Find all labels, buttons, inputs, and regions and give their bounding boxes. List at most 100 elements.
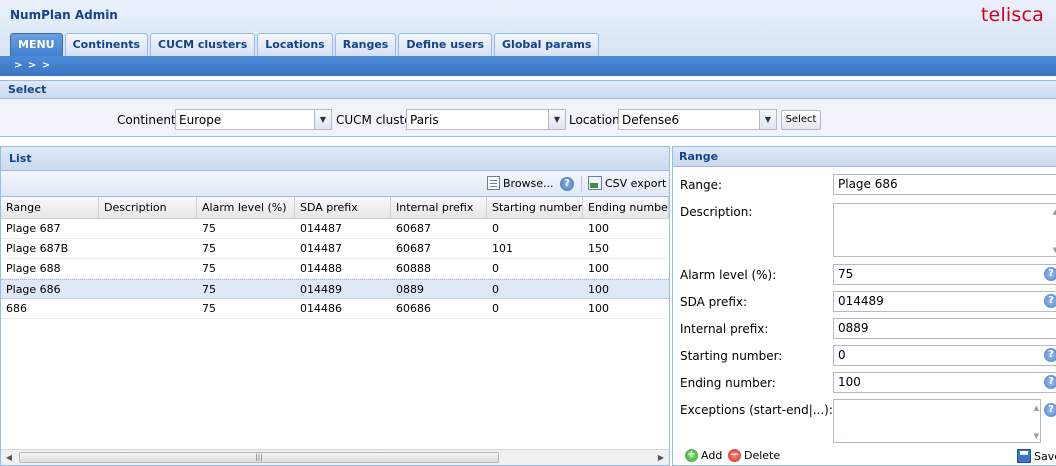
column-header[interactable]: Internal prefix [391, 197, 487, 219]
table-cell: 014488 [300, 262, 342, 275]
table-cell: 014486 [300, 302, 342, 315]
tab-menu[interactable]: MENU [10, 33, 63, 56]
delete-label: Delete [744, 449, 781, 462]
continent-combo[interactable]: Europe ▼ [175, 109, 332, 130]
help-icon[interactable]: ? [1044, 294, 1056, 308]
scroll-thumb[interactable]: ||| [19, 452, 499, 463]
table-cell: Plage 687 [6, 222, 61, 235]
toolbar-separator [581, 176, 582, 192]
starting-number-field[interactable]: 0 [833, 345, 1056, 366]
starting-number-label: Starting number: [680, 349, 783, 363]
scroll-down-icon[interactable]: ▼ [1034, 432, 1039, 440]
exceptions-field[interactable]: ▲ ▼ [833, 399, 1041, 443]
add-label: Add [701, 449, 723, 462]
description-field[interactable]: ▲ ▼ [833, 203, 1056, 257]
table-cell: 0 [492, 222, 499, 235]
table-cell [99, 259, 197, 278]
horizontal-scrollbar[interactable]: ◀ ||| ▶ [1, 449, 669, 465]
document-icon [487, 176, 500, 190]
exceptions-label: Exceptions (start-end|...): [680, 403, 833, 417]
range-form-footer: + Add − Delete Save [673, 447, 1056, 466]
brand-logo: telisca [980, 4, 1044, 26]
csv-export-button[interactable]: CSV export [588, 176, 666, 190]
column-header[interactable]: SDA prefix [295, 197, 391, 219]
table-cell: 0 [492, 262, 499, 275]
scroll-left-icon[interactable]: ◀ [1, 450, 17, 466]
table-cell: 100 [588, 222, 609, 235]
tab-locations[interactable]: Locations [257, 33, 333, 56]
table-cell: 014489 [300, 283, 342, 296]
delete-button[interactable]: − Delete [728, 447, 781, 462]
chevron-down-icon[interactable]: ▼ [548, 110, 565, 129]
range-label: Range: [680, 178, 723, 192]
table-cell: 75 [202, 262, 216, 275]
scroll-right-icon[interactable]: ▶ [653, 450, 669, 466]
add-button[interactable]: + Add [685, 449, 722, 462]
table-row[interactable]: Plage 688 75 014488 60888 0 100 [1, 259, 669, 279]
browse-button[interactable]: Browse... [487, 176, 554, 190]
table-cell: 0 [492, 283, 499, 296]
table-row[interactable]: 686 75 014486 60686 0 100 [1, 299, 669, 319]
table-cell: 686 [6, 302, 27, 315]
select-panel: Continent Europe ▼ CUCM cluster Paris ▼ … [0, 99, 1056, 137]
csv-export-icon [588, 176, 602, 190]
main-tabs: MENU Continents CUCM clusters Locations … [10, 33, 600, 56]
sda-prefix-field[interactable]: 014489 [833, 291, 1056, 312]
tab-ranges[interactable]: Ranges [334, 33, 397, 56]
help-icon[interactable]: ? [1044, 348, 1056, 362]
help-icon[interactable]: ? [1044, 403, 1056, 417]
table-cell: 60888 [396, 262, 431, 275]
alarm-level-label: Alarm level (%): [680, 268, 777, 282]
sda-prefix-label: SDA prefix: [680, 295, 748, 309]
table-cell [99, 239, 197, 258]
tab-continents[interactable]: Continents [64, 33, 149, 56]
table-cell: 0 [492, 302, 499, 315]
table-cell [99, 299, 197, 318]
delete-icon: − [728, 447, 741, 462]
app-header: NumPlan Admin telisca MENU Continents CU… [0, 0, 1056, 56]
list-panel-title: List [1, 147, 669, 171]
table-cell: 0889 [396, 283, 424, 296]
table-cell: Plage 686 [6, 283, 61, 296]
list-toolbar: Browse... ? CSV export [1, 171, 669, 197]
internal-prefix-field[interactable]: 0889 [833, 318, 1056, 339]
nav-strip[interactable]: > > > [0, 56, 1056, 76]
csv-export-label: CSV export [605, 176, 667, 190]
table-cell [99, 219, 197, 238]
grid-body: Plage 687 75 014487 60687 0 100 Plage 687B 75 01… [1, 219, 669, 319]
location-combo[interactable]: Defense6 ▼ [618, 109, 777, 130]
tab-global-params[interactable]: Global params [494, 33, 600, 56]
table-cell: Plage 688 [6, 262, 61, 275]
alarm-level-field[interactable]: 75 [833, 264, 1056, 285]
column-header[interactable]: Range [1, 197, 99, 219]
column-header[interactable]: Alarm level (%) [197, 197, 295, 219]
add-icon: + [685, 449, 698, 462]
table-row[interactable]: Plage 686 75 014489 0889 0 100 [1, 279, 669, 299]
table-row[interactable]: Plage 687B 75 014487 60687 101 150 [1, 239, 669, 259]
help-icon[interactable]: ? [1044, 267, 1056, 281]
chevron-down-icon[interactable]: ▼ [314, 110, 331, 129]
column-header[interactable]: Description [99, 197, 197, 219]
tab-cucm-clusters[interactable]: CUCM clusters [150, 33, 256, 56]
scroll-up-icon[interactable]: ▲ [1034, 404, 1039, 412]
help-icon[interactable]: ? [1044, 375, 1056, 389]
scroll-up-icon[interactable]: ▲ [1053, 208, 1056, 216]
scroll-down-icon[interactable]: ▼ [1053, 246, 1056, 254]
tab-define-users[interactable]: Define users [398, 33, 493, 56]
save-button[interactable]: Save [1017, 449, 1056, 463]
cluster-label: CUCM cluster [336, 113, 417, 127]
range-field[interactable]: Plage 686 [833, 174, 1056, 195]
help-icon[interactable]: ? [560, 177, 574, 191]
select-button[interactable]: Select [781, 110, 821, 130]
chevron-down-icon[interactable]: ▼ [759, 110, 776, 129]
column-header[interactable]: Ending number [583, 197, 669, 219]
description-label: Description: [680, 205, 753, 219]
table-cell: 100 [588, 302, 609, 315]
ending-number-field[interactable]: 100 [833, 372, 1056, 393]
table-cell: 60686 [396, 302, 431, 315]
column-header[interactable]: Starting number [487, 197, 583, 219]
table-row[interactable]: Plage 687 75 014487 60687 0 100 [1, 219, 669, 239]
range-form-title: Range [673, 147, 1056, 167]
save-icon [1017, 449, 1031, 463]
cluster-combo[interactable]: Paris ▼ [406, 109, 566, 130]
